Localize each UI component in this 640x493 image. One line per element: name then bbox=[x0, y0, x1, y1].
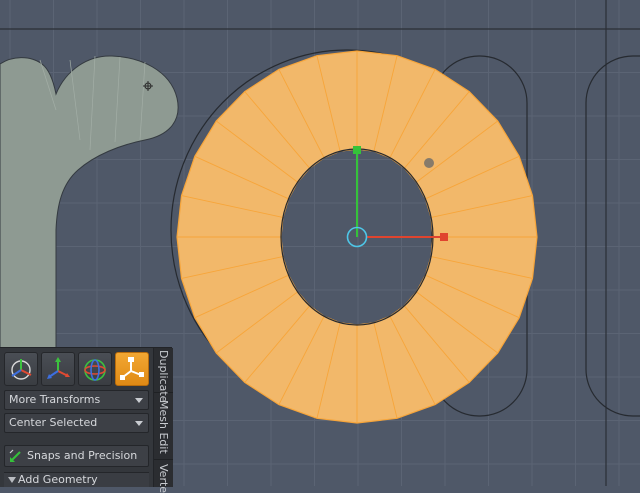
mesh-vertex-marker bbox=[424, 158, 434, 168]
center-selected-label: Center Selected bbox=[9, 416, 98, 429]
add-geometry-section[interactable]: Add Geometry bbox=[4, 472, 149, 487]
side-tab-strip: Duplicate Mesh Edit Verte bbox=[153, 348, 173, 493]
background-mesh[interactable] bbox=[0, 55, 179, 349]
scale-icon bbox=[120, 357, 144, 380]
y-axis-handle-tip[interactable] bbox=[353, 146, 361, 154]
rotate-tool-button[interactable] bbox=[78, 352, 112, 386]
dropdown-arrow-icon bbox=[135, 421, 143, 426]
tab-vertex[interactable]: Verte bbox=[154, 462, 173, 493]
snap-icon bbox=[9, 449, 21, 462]
tab-mesh-edit-label: Mesh Edit bbox=[157, 400, 170, 454]
transform-tool-button[interactable] bbox=[4, 352, 38, 386]
tool-panel: More Transforms Center Selected Snaps an… bbox=[0, 347, 173, 493]
tab-vertex-label: Verte bbox=[157, 464, 170, 493]
dropdown-arrow-icon bbox=[135, 398, 143, 403]
transform-tool-row bbox=[4, 352, 149, 386]
more-transforms-label: More Transforms bbox=[9, 393, 101, 406]
center-selected-dropdown[interactable]: Center Selected bbox=[4, 413, 149, 433]
tab-duplicate-label: Duplicate bbox=[157, 350, 170, 403]
transform-icon bbox=[11, 359, 32, 380]
tab-mesh-edit[interactable]: Mesh Edit bbox=[154, 398, 173, 460]
object-outline-right bbox=[585, 55, 640, 417]
collapse-triangle-icon bbox=[8, 477, 16, 483]
more-transforms-dropdown[interactable]: More Transforms bbox=[4, 390, 149, 410]
tab-duplicate[interactable]: Duplicate bbox=[154, 348, 173, 402]
rotate-icon bbox=[84, 359, 106, 381]
snaps-and-precision-button[interactable]: Snaps and Precision bbox=[4, 445, 149, 467]
move-tool-button[interactable] bbox=[41, 352, 75, 386]
x-axis-handle-tip[interactable] bbox=[440, 233, 448, 241]
snaps-label: Snaps and Precision bbox=[27, 449, 138, 462]
tool-column: More Transforms Center Selected Snaps an… bbox=[0, 348, 153, 487]
add-geometry-label: Add Geometry bbox=[18, 473, 98, 486]
scale-tool-button[interactable] bbox=[115, 352, 149, 386]
move-icon bbox=[47, 357, 70, 379]
